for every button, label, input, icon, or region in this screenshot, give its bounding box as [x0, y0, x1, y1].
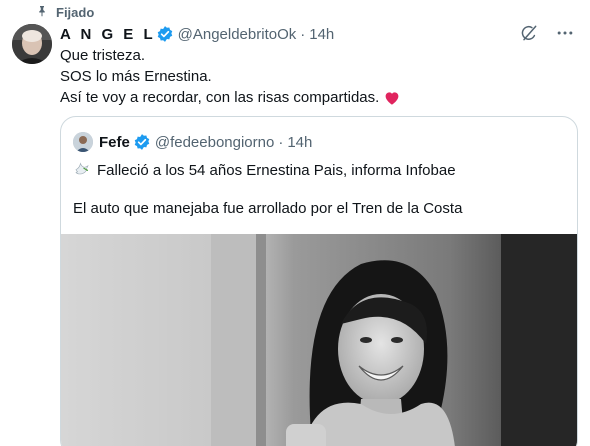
dove-emoji	[73, 159, 97, 183]
separator-dot: ·	[300, 25, 306, 43]
more-icon[interactable]	[554, 22, 576, 44]
quoted-author-name: Fefe	[99, 133, 130, 151]
verified-badge-icon	[133, 133, 151, 151]
tweet-text: Que tristeza. SOS lo más Ernestina. Así …	[60, 45, 401, 108]
tweet-header: A N G E L @AngeldebritoOk · 14h	[60, 24, 334, 44]
quoted-tweet[interactable]: Fefe @fedeebongiorno · 14h Falleció a lo…	[60, 116, 578, 446]
quoted-tweet-time: 14h	[287, 133, 313, 151]
quoted-tweet-header: Fefe @fedeebongiorno · 14h	[73, 131, 312, 153]
quoted-media-photo[interactable]	[61, 234, 577, 446]
pinned-indicator: Fijado	[36, 4, 94, 20]
separator-dot: ·	[278, 133, 284, 151]
tweet-actions-top	[518, 22, 576, 44]
tweet-line: Así te voy a recordar, con las risas com…	[60, 89, 380, 106]
quoted-author-handle: @fedeebongiorno	[154, 133, 275, 151]
grok-icon[interactable]	[518, 22, 540, 44]
quoted-headline-row: Falleció a los 54 años Ernestina Pais, i…	[73, 159, 456, 183]
author-avatar[interactable]	[12, 24, 52, 64]
quoted-author-avatar	[73, 132, 93, 152]
tweet-line: Que tristeza.	[60, 47, 146, 64]
quoted-headline: Falleció a los 54 años Ernestina Pais, i…	[97, 162, 456, 179]
author-name[interactable]: A N G E L	[60, 26, 156, 43]
red-heart-emoji	[383, 89, 401, 107]
verified-badge-icon	[156, 25, 174, 43]
tweet-line-with-emoji: Así te voy a recordar, con las risas com…	[60, 87, 401, 108]
tweet-time[interactable]: 14h	[309, 26, 334, 43]
pin-icon	[36, 5, 48, 20]
author-handle[interactable]: @AngeldebritoOk	[178, 26, 297, 43]
tweet-line: SOS lo más Ernestina.	[60, 68, 212, 85]
pinned-label: Fijado	[56, 4, 95, 20]
quoted-body: El auto que manejaba fue arrollado por e…	[73, 200, 463, 217]
